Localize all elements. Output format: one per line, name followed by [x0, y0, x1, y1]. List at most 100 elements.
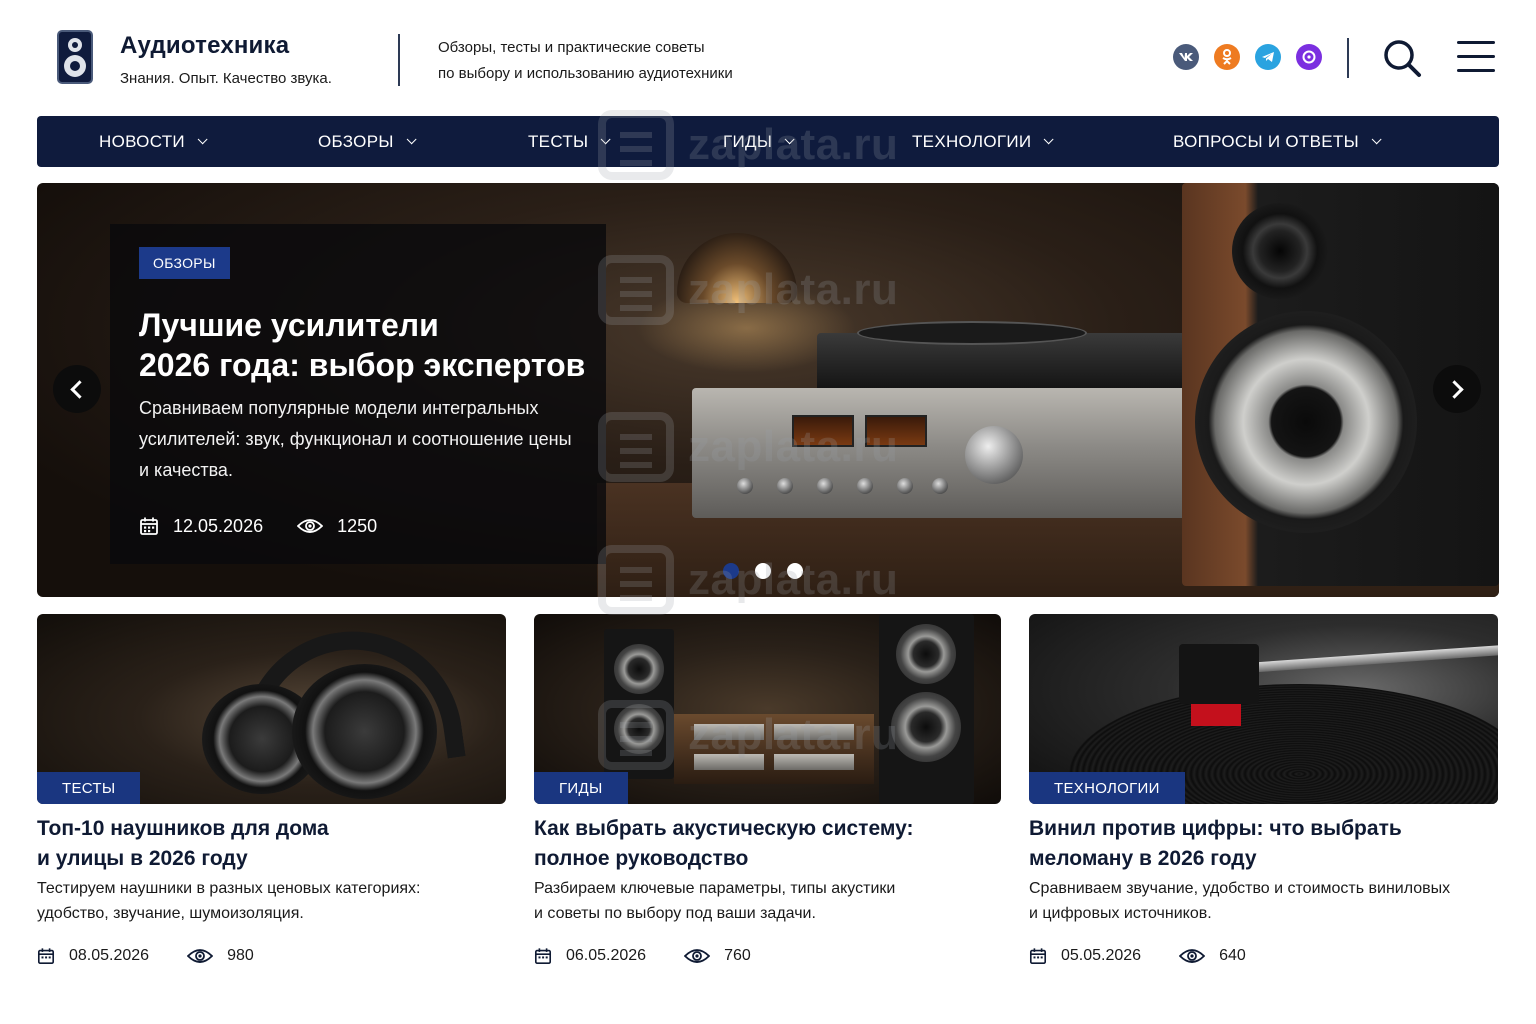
chevron-down-icon [601, 134, 611, 145]
card-category-badge[interactable]: ТЕСТЫ [37, 772, 141, 804]
amplifier-image [692, 388, 1192, 518]
amplifier-knob [857, 478, 873, 494]
card-desc-line: Тестируем наушники в разных ценовых кате… [37, 880, 421, 897]
card-title-line: и улицы в 2026 году [37, 847, 248, 870]
nav-item-news[interactable]: НОВОСТИ [99, 116, 208, 167]
headphone-cup [292, 664, 437, 799]
slider-dot-1[interactable] [723, 563, 739, 579]
card-title[interactable]: Топ-10 наушников для дома и улицы в 2026… [37, 814, 507, 874]
vinyl-record-image[interactable]: ТЕХНОЛОГИИ [1029, 614, 1498, 804]
card-title-line: полное руководство [534, 847, 749, 870]
header-divider [398, 34, 400, 86]
cartridge-accent [1191, 704, 1241, 726]
slider-dot-3[interactable] [787, 563, 803, 579]
slider-next-button[interactable] [1433, 365, 1481, 413]
nav-item-label: ВОПРОСЫ И ОТВЕТЫ [1173, 131, 1359, 151]
hero-description: Сравниваем популярные модели интегральны… [139, 398, 572, 480]
main-nav: НОВОСТИ ОБЗОРЫ ТЕСТЫ ГИДЫ ТЕХНОЛОГИИ ВОП… [37, 116, 1499, 167]
max-icon[interactable] [1296, 44, 1322, 70]
nav-item-faq[interactable]: ВОПРОСЫ И ОТВЕТЫ [1173, 116, 1382, 167]
nav-item-label: НОВОСТИ [99, 131, 185, 151]
calendar-icon [37, 948, 55, 965]
hero-title-line: 2026 года: выбор экспертов [139, 347, 586, 383]
eye-icon [297, 519, 324, 533]
rack-device [694, 724, 764, 740]
telegram-icon[interactable] [1255, 44, 1281, 70]
hero-category-badge[interactable]: ОБЗОРЫ [139, 247, 230, 279]
nav-item-guides[interactable]: ГИДЫ [723, 116, 795, 167]
card-meta: 08.05.2026 980 [37, 944, 254, 968]
card-date: 06.05.2026 [566, 947, 647, 964]
tonearm [1243, 644, 1498, 674]
hero-meta: 12.05.2026 1250 [139, 514, 377, 538]
hero-title-line: Лучшие усилители [139, 307, 439, 343]
card-title-line: меломану в 2026 году [1029, 847, 1257, 870]
hero-title[interactable]: Лучшие усилители 2026 года: выбор экспер… [139, 305, 589, 385]
nav-item-reviews[interactable]: ОБЗОРЫ [318, 116, 417, 167]
hamburger-menu-icon[interactable] [1457, 40, 1495, 74]
card-category-badge[interactable]: ТЕХНОЛОГИИ [1029, 772, 1185, 804]
site-header: Аудиотехника Знания. Опыт. Качество звук… [0, 0, 1536, 116]
search-icon[interactable] [1382, 38, 1422, 78]
chevron-down-icon [784, 134, 795, 145]
tagline-line: Обзоры, тесты и практические советы [438, 39, 705, 56]
card-meta: 06.05.2026 760 [534, 944, 751, 968]
card-category-badge[interactable]: ГИДЫ [534, 772, 628, 804]
amplifier-knob [897, 478, 913, 494]
nav-item-label: ТЕХНОЛОГИИ [912, 131, 1032, 151]
card-desc-line: и советы по выбору под ваши задачи. [534, 905, 816, 922]
speaker-woofer [1195, 311, 1417, 533]
card-date: 08.05.2026 [69, 947, 150, 964]
odnoklassniki-icon[interactable] [1214, 44, 1240, 70]
amplifier-knob [932, 478, 948, 494]
chevron-down-icon [197, 134, 208, 145]
brand-slogan: Знания. Опыт. Качество звука. [120, 70, 332, 87]
amplifier-knob [817, 478, 833, 494]
speakers-room-image[interactable]: ГИДЫ [534, 614, 1001, 804]
speaker-cone [614, 644, 664, 694]
calendar-icon [1029, 948, 1047, 965]
card-title[interactable]: Винил против цифры: что выбрать меломану… [1029, 814, 1499, 874]
card-title-line: Топ-10 наушников для дома [37, 817, 329, 840]
slider-pagination [723, 563, 803, 579]
tagline-line: по выбору и использованию аудиотехники [438, 65, 733, 82]
card-description: Сравниваем звучание, удобство и стоимост… [1029, 876, 1499, 926]
rack-device [774, 724, 854, 740]
speaker-cone [896, 624, 956, 684]
nav-item-label: ТЕСТЫ [528, 131, 589, 151]
card-desc-line: удобство, звучание, шумоизоляция. [37, 905, 304, 922]
chevron-down-icon [406, 134, 417, 145]
chevron-left-icon [70, 379, 89, 399]
slider-dot-2[interactable] [755, 563, 771, 579]
chevron-down-icon [1371, 134, 1382, 145]
brand-name[interactable]: Аудиотехника [120, 32, 289, 60]
hero-slider[interactable]: ОБЗОРЫ Лучшие усилители 2026 года: выбор… [37, 183, 1499, 597]
eye-icon [684, 949, 711, 963]
card-views: 640 [1219, 947, 1246, 964]
amplifier-knob [737, 478, 753, 494]
card-description: Разбираем ключевые параметры, типы акуст… [534, 876, 1004, 926]
eye-icon [1179, 949, 1206, 963]
card-title[interactable]: Как выбрать акустическую систему: полное… [534, 814, 1004, 874]
card-title-line: Как выбрать акустическую систему: [534, 817, 914, 840]
card-desc-line: Разбираем ключевые параметры, типы акуст… [534, 880, 896, 897]
card-views: 760 [724, 947, 751, 964]
volume-knob [965, 426, 1023, 484]
eye-icon [187, 949, 214, 963]
turntable-platter [857, 321, 1087, 345]
amplifier-meter [792, 415, 854, 447]
slider-prev-button[interactable] [53, 365, 101, 413]
card-views: 980 [227, 947, 254, 964]
nav-item-label: ГИДЫ [723, 131, 773, 151]
vk-icon[interactable] [1173, 44, 1199, 70]
rack-device [694, 754, 764, 770]
nav-item-tests[interactable]: ТЕСТЫ [528, 116, 611, 167]
headphones-image[interactable]: ТЕСТЫ [37, 614, 506, 804]
amplifier-meter [865, 415, 927, 447]
speaker-cone [891, 692, 961, 762]
nav-item-technologies[interactable]: ТЕХНОЛОГИИ [912, 116, 1054, 167]
card-date: 05.05.2026 [1061, 947, 1142, 964]
cartridge [1179, 644, 1259, 704]
calendar-icon [140, 517, 158, 535]
speaker-logo-icon[interactable] [57, 30, 93, 84]
